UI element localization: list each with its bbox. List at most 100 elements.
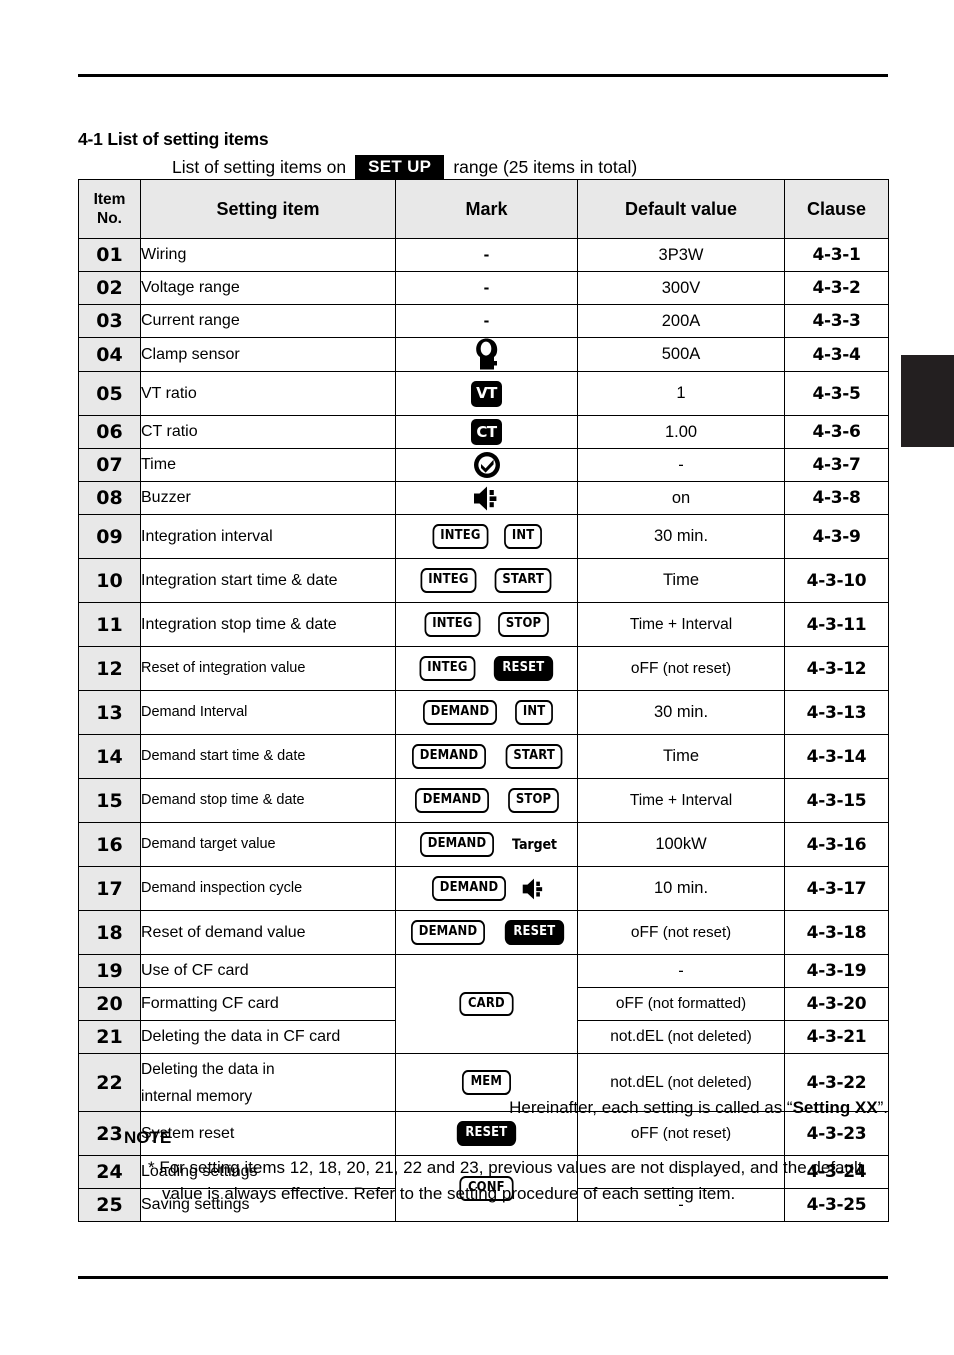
row-setting-item: Reset of demand value [140, 910, 396, 955]
row-setting-item: Current range [140, 304, 396, 338]
note-body: * For setting items 12, 18, 20, 21, 22 a… [148, 1158, 863, 1204]
mark-group: VT [396, 380, 577, 407]
demand-chip: DEMAND [411, 744, 486, 769]
default-main: oFF [630, 659, 659, 677]
mark-group [396, 485, 577, 512]
row-setting-item: Integration stop time & date [140, 602, 396, 647]
row-setting-item: Use of CF card [140, 954, 396, 988]
default-main: not.dEL [610, 1028, 664, 1045]
default-paren: (not reset) [662, 1124, 732, 1142]
row-default-value: Time + Interval [577, 778, 785, 823]
row-default-value: 200A [577, 304, 785, 338]
row-mark: DEMAND START [395, 734, 578, 779]
row-mark [395, 448, 578, 482]
row-default-value: 30 min. [577, 690, 785, 735]
note-heading: NOTE [124, 1128, 172, 1147]
row-default-value: Time [577, 558, 785, 603]
mark-group: DEMAND [396, 876, 577, 901]
default-main: oFF [630, 1124, 659, 1142]
row-setting-item: VT ratio [140, 371, 396, 416]
table-row: 13 Demand Interval DEMAND INT 30 min. 4-… [78, 690, 889, 735]
row-mark [395, 481, 578, 515]
default-paren: (not formatted) [647, 995, 747, 1012]
row-mark: - [395, 238, 578, 272]
row-item-no: 22 [78, 1053, 141, 1112]
row-mark: INTEG START [395, 558, 578, 603]
row-item-no: 21 [78, 1020, 141, 1054]
row-mark: DEMAND RESET [395, 910, 578, 955]
row-clause: 4-3-4 [784, 337, 889, 372]
row-clause: 4-3-19 [784, 954, 889, 988]
row-clause: 4-3-17 [784, 866, 889, 911]
row-setting-item: Clamp sensor [140, 337, 396, 372]
hereinafter-line: Hereinafter, each setting is called as “… [509, 1098, 888, 1118]
row-mark: INTEG STOP [395, 602, 578, 647]
row-default-value: on [577, 481, 785, 515]
row-default-value: oFF (not formatted) [577, 987, 785, 1021]
ct-icon: CT [471, 419, 502, 445]
table-row: 03 Current range - 200A 4-3-3 [78, 304, 889, 338]
mark-group [396, 451, 577, 479]
row-setting-item: System reset [140, 1111, 396, 1156]
subtitle-line: List of setting items on SET UP range (2… [172, 155, 637, 180]
column-header-setting-item: Setting item [140, 179, 396, 239]
row-setting-item: Demand target value [140, 822, 396, 867]
mark-group: DEMAND INT [396, 700, 577, 725]
subtitle-text-before: List of setting items on [172, 156, 347, 177]
row-setting-item: Voltage range [140, 271, 396, 305]
row-item-no: 11 [78, 602, 141, 647]
table-row: 09 Integration interval INTEG INT 30 min… [78, 514, 889, 559]
row-mark: DEMAND [395, 866, 578, 911]
row-default-value: 10 min. [577, 866, 785, 911]
row-clause: 4-3-8 [784, 481, 889, 515]
row-default-value: not.dEL (not deleted) [577, 1020, 785, 1054]
table-row: 07 Time - 4-3-7 [78, 448, 889, 482]
row-clause: 4-3-16 [784, 822, 889, 867]
mark-group: DEMAND Target [396, 832, 577, 857]
reset-chip: RESET [493, 656, 553, 681]
clock-icon [473, 452, 500, 478]
subtitle-text-after: range (25 items in total) [453, 156, 638, 177]
row-setting-item-line2: internal memory [141, 1087, 253, 1105]
table-row: 01 Wiring - 3P3W 4-3-1 [78, 238, 889, 272]
table-header-row: Item No. Setting item Mark Default value… [78, 179, 889, 239]
row-default-value: 1 [577, 371, 785, 416]
row-item-no: 02 [78, 271, 141, 305]
set-up-badge: SET UP [355, 155, 445, 180]
row-setting-item-line1: Deleting the data in [141, 1061, 275, 1079]
table-row: 04 Clamp sensor 500A 4-3-4 [78, 337, 889, 372]
row-default-value: 3P3W [577, 238, 785, 272]
row-mark: DEMAND Target [395, 822, 578, 867]
row-setting-item: Deleting the data in CF card [140, 1020, 396, 1054]
start-chip: START [505, 744, 563, 769]
row-setting-item: Time [140, 448, 396, 482]
row-mark: VT [395, 371, 578, 416]
row-item-no: 12 [78, 646, 141, 691]
row-mark: DEMAND STOP [395, 778, 578, 823]
row-setting-item: Deleting the data in internal memory [140, 1053, 396, 1112]
row-item-no: 09 [78, 514, 141, 559]
row-setting-item: Integration start time & date [140, 558, 396, 603]
table-row: 05 VT ratio VT 1 4-3-5 [78, 371, 889, 416]
row-clause: 4-3-2 [784, 271, 889, 305]
row-item-no: 18 [78, 910, 141, 955]
row-default-value: oFF (not reset) [577, 910, 785, 955]
row-mark [395, 337, 578, 372]
row-clause: 4-3-23 [784, 1111, 889, 1156]
row-clause: 4-3-12 [784, 646, 889, 691]
row-item-no: 13 [78, 690, 141, 735]
row-default-value: 300V [577, 271, 785, 305]
table-row: 15 Demand stop time & date DEMAND STOP T… [78, 778, 889, 823]
row-setting-item: Demand stop time & date [140, 778, 396, 823]
page-header-rule [78, 74, 888, 77]
row-clause: 4-3-6 [784, 415, 889, 449]
row-clause: 4-3-7 [784, 448, 889, 482]
table-row: 06 CT ratio CT 1.00 4-3-6 [78, 415, 889, 449]
row-item-no: 19 [78, 954, 141, 988]
buzzer-icon [522, 878, 543, 899]
integ-chip: INTEG [432, 524, 488, 549]
dash-mark: - [483, 311, 490, 330]
row-setting-item: Demand start time & date [140, 734, 396, 779]
column-header-item-no: Item No. [78, 179, 141, 239]
row-item-no: 14 [78, 734, 141, 779]
